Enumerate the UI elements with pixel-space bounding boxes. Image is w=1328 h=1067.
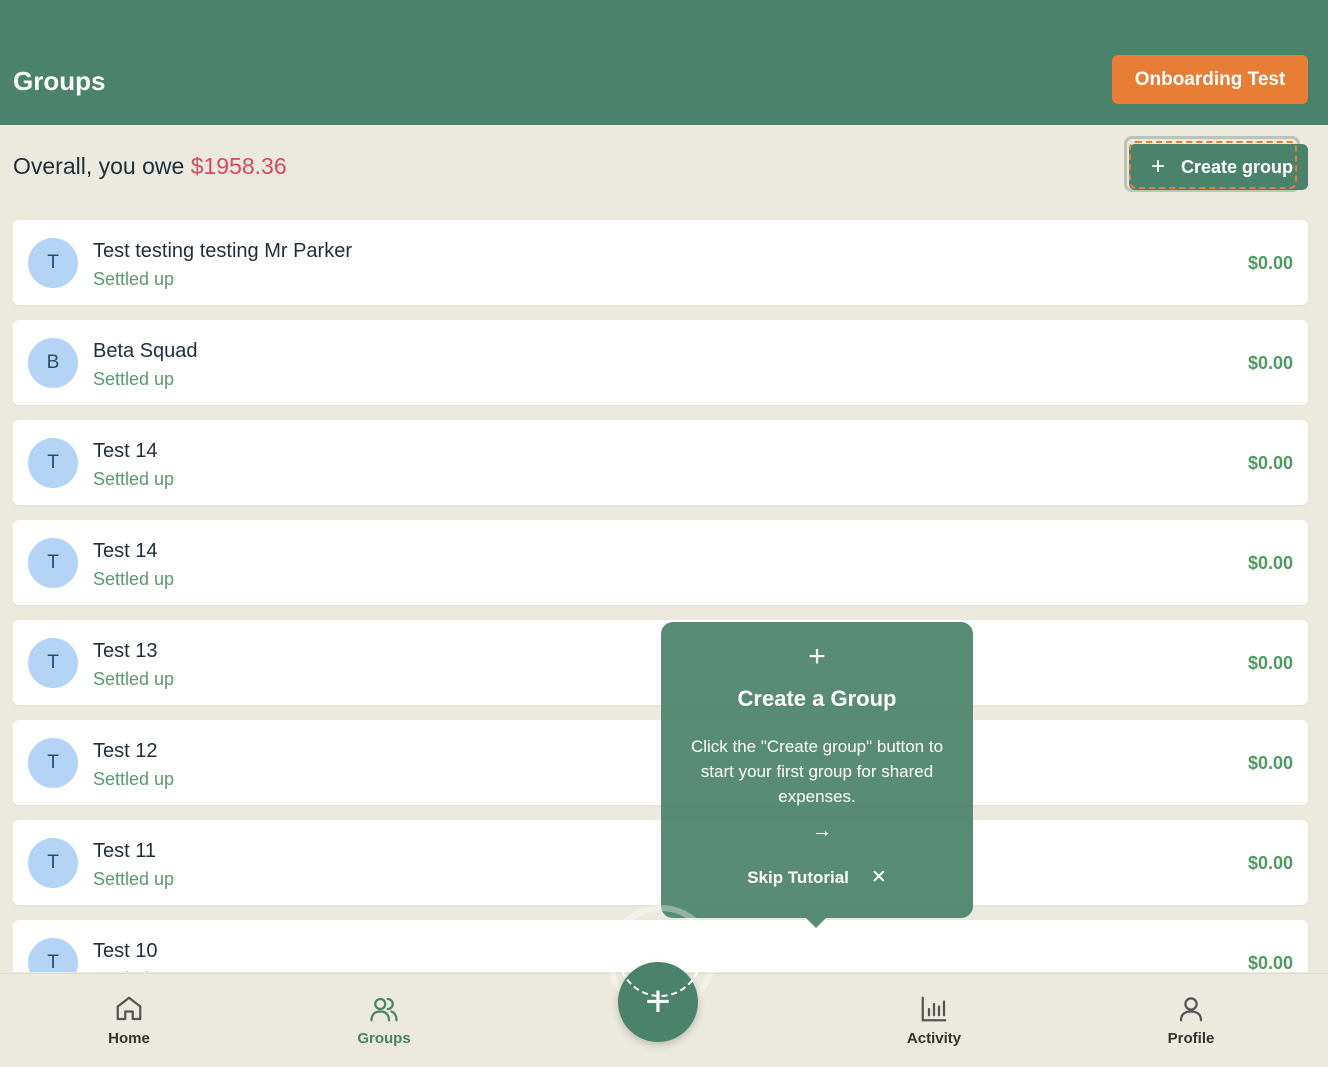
group-status: Settled up <box>93 469 175 489</box>
nav-home[interactable]: Home <box>69 994 189 1047</box>
group-status: Settled up <box>93 969 174 972</box>
group-name: Beta Squad <box>93 340 198 362</box>
tooltip-body: Click the "Create group" button to start… <box>690 737 944 806</box>
group-status: Settled up <box>93 869 175 889</box>
nav-profile-label: Profile <box>1167 1030 1215 1047</box>
arrow-right-icon[interactable]: → <box>661 820 983 843</box>
avatar: B <box>28 338 78 388</box>
user-icon <box>1179 997 1203 1022</box>
group-status: Settled up <box>93 669 175 689</box>
page-title: Groups <box>13 66 106 96</box>
avatar: T <box>28 738 78 788</box>
avatar: T <box>28 438 78 488</box>
group-status: Settled up <box>93 569 175 589</box>
create-group-button[interactable]: + Create group <box>1129 144 1308 190</box>
balance-summary: Overall, you owe $1958.36 <box>13 153 287 180</box>
create-group-label: Create group <box>1181 156 1294 177</box>
users-icon <box>370 997 398 1022</box>
group-name: Test 13 <box>93 640 158 662</box>
group-balance: $0.00 <box>1247 453 1293 473</box>
group-status: Settled up <box>93 369 175 389</box>
group-name: Test 14 <box>93 440 158 462</box>
tooltip-title: Create a Group <box>737 686 897 711</box>
plus-icon: + <box>645 977 671 1026</box>
summary-amount: $1958.36 <box>190 153 287 179</box>
group-name: Test 11 <box>93 840 156 862</box>
app-header: Groups Onboarding Test <box>0 0 1328 125</box>
group-status: Settled up <box>93 769 175 789</box>
group-balance: $0.00 <box>1247 653 1293 673</box>
group-status: Settled up <box>93 269 175 289</box>
add-expense-fab[interactable]: + <box>618 962 698 1042</box>
group-name: Test testing testing Mr Parker <box>93 240 352 262</box>
group-name: Test 12 <box>93 740 158 762</box>
skip-tutorial-button[interactable]: Skip Tutorial ✕ <box>661 866 973 889</box>
group-name: Test 10 <box>93 940 158 962</box>
group-balance: $0.00 <box>1247 953 1293 972</box>
summary-prefix: Overall, you owe <box>13 153 185 179</box>
group-balance: $0.00 <box>1247 353 1293 373</box>
group-balance: $0.00 <box>1247 553 1293 573</box>
group-card[interactable]: T Test testing testing Mr Parker Settled u… <box>13 220 1308 305</box>
group-balance: $0.00 <box>1247 753 1293 773</box>
plus-icon: + <box>808 640 826 673</box>
nav-groups-label: Groups <box>357 1030 411 1047</box>
onboarding-tooltip: + Create a Group Click the "Create group… <box>661 622 973 928</box>
group-card[interactable]: T Test 14 Settled up $0.00 <box>13 420 1308 505</box>
onboarding-test-button[interactable]: Onboarding Test <box>1112 55 1308 104</box>
nav-profile[interactable]: Profile <box>1131 994 1251 1047</box>
close-icon[interactable]: ✕ <box>871 867 887 888</box>
avatar: T <box>28 238 78 288</box>
nav-home-label: Home <box>108 1030 150 1047</box>
avatar: T <box>28 638 78 688</box>
nav-activity[interactable]: Activity <box>874 994 994 1047</box>
home-icon <box>116 996 142 1021</box>
bar-chart-icon <box>921 996 947 1022</box>
group-name: Test 14 <box>93 540 158 562</box>
avatar: T <box>28 938 78 972</box>
plus-icon: + <box>1151 153 1166 180</box>
group-card[interactable]: T Test 14 Settled up $0.00 <box>13 520 1308 605</box>
avatar: T <box>28 538 78 588</box>
nav-groups[interactable]: Groups <box>324 994 444 1047</box>
group-card[interactable]: B Beta Squad Settled up $0.00 <box>13 320 1308 405</box>
nav-activity-label: Activity <box>906 1030 962 1047</box>
group-balance: $0.00 <box>1247 253 1293 273</box>
skip-tutorial-label: Skip Tutorial <box>747 868 849 887</box>
group-balance: $0.00 <box>1247 853 1293 873</box>
avatar: T <box>28 838 78 888</box>
